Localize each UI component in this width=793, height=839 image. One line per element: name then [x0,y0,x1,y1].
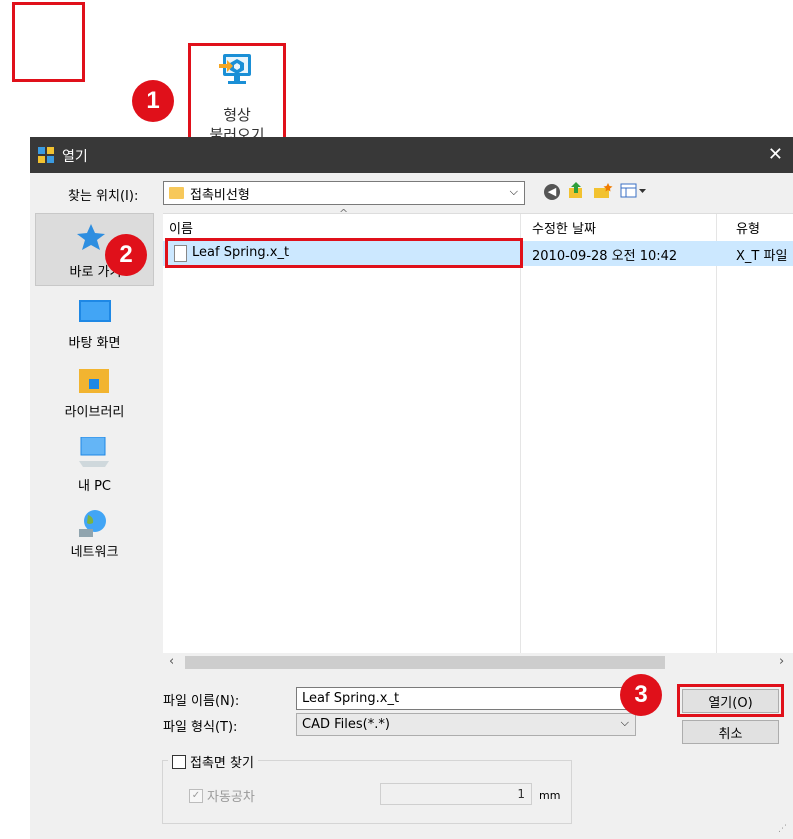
highlight-box-empty [12,2,85,82]
computer-icon [79,437,109,467]
column-divider [716,214,717,654]
horizontal-scrollbar[interactable]: ‹ › [163,653,793,672]
dialog-titlebar: 열기 ✕ [30,137,793,173]
step-badge-3: 3 [620,674,662,716]
tolerance-unit: mm [539,789,561,802]
sort-asc-icon: ^ [339,207,349,220]
file-modified: 2010-09-28 오전 10:42 [532,249,678,264]
contact-checkbox-row[interactable]: 접촉면 찾기 [168,752,258,771]
column-header-modified[interactable]: 수정한 날짜 [526,214,721,240]
shape-load-icon [219,54,251,84]
scroll-left-arrow[interactable]: ‹ [169,654,174,669]
folder-icon [169,187,184,199]
look-in-label: 찾는 위치(I): [68,189,139,204]
file-list[interactable]: 이름 ^ 수정한 날짜 유형 Leaf Spring.x_t 2010-09-2… [163,207,793,654]
place-desktop[interactable]: 바탕 화면 [35,296,154,356]
place-this-pc[interactable]: 내 PC [35,435,154,497]
step-badge-2: 2 [105,234,147,276]
look-in-combo[interactable]: 접촉비선형 ⌵ [163,181,525,205]
cancel-button[interactable]: 취소 [682,720,779,744]
new-folder-icon[interactable] [593,182,613,200]
place-label-desktop: 바탕 화면 [68,336,121,351]
file-row-highlight [165,238,523,268]
open-button-highlight [677,684,784,717]
filename-input[interactable]: Leaf Spring.x_t [296,687,636,710]
resize-grip-icon[interactable]: ⋰ [778,824,787,834]
place-label-pc: 내 PC [77,479,111,494]
column-header-type[interactable]: 유형 [730,214,793,240]
scroll-thumb[interactable] [185,656,665,669]
contact-label: 접촉면 찾기 [190,756,254,771]
star-icon [77,224,105,250]
library-icon [79,369,109,393]
place-label-network: 네트워크 [70,545,119,560]
column-divider [520,214,521,654]
up-folder-icon[interactable] [567,182,585,200]
step-badge-1: 1 [132,80,174,122]
file-type: X_T 파일 [736,249,788,264]
filetype-label: 파일 형식(T): [163,720,238,735]
shape-load-button[interactable]: 형상 불러오기 [193,48,281,150]
desktop-icon [79,300,111,322]
view-menu-icon[interactable] [620,183,648,199]
auto-tolerance-checkbox: ✓ [189,788,203,803]
places-bar: 바로 가기 바탕 화면 라이브러리 내 PC 네트워크 [35,213,154,839]
contact-checkbox[interactable] [172,754,186,769]
place-network[interactable]: 네트워크 [35,505,154,565]
tolerance-input: 1 [380,783,532,805]
app-grid-icon [38,147,54,163]
network-globe-icon [79,510,106,537]
auto-tolerance-label: 자동공차 [207,790,255,805]
look-in-value: 접촉비선형 [190,187,250,203]
filetype-select[interactable]: CAD Files(*.*) ⌵ [296,713,636,736]
back-icon[interactable]: ◀ [544,184,560,200]
chevron-down-icon: ⌵ [620,716,629,729]
chevron-down-icon: ⌵ [509,185,518,198]
auto-tolerance-row: ✓ 자동공차 [189,786,255,805]
filetype-value: CAD Files(*.*) [302,717,390,732]
scroll-right-arrow[interactable]: › [779,654,784,669]
close-icon[interactable]: ✕ [768,144,783,165]
filename-label: 파일 이름(N): [163,694,240,709]
shape-load-label-1: 형상 [223,106,251,124]
place-libraries[interactable]: 라이브러리 [35,363,154,423]
place-label-libraries: 라이브러리 [64,405,125,420]
dialog-title: 열기 [62,149,88,165]
